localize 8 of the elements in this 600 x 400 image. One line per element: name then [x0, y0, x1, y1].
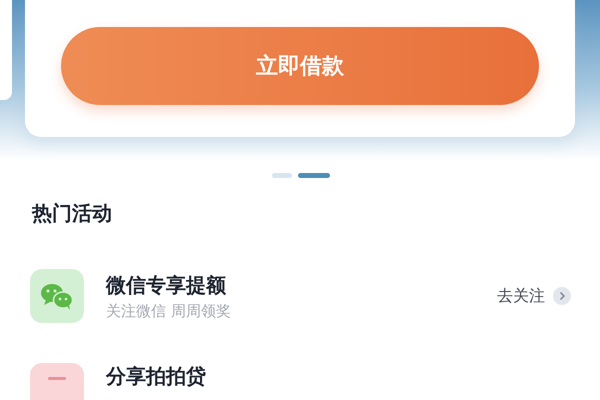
follow-link[interactable]: 去关注: [497, 286, 545, 306]
page-indicator[interactable]: [298, 173, 330, 178]
chat-bubbles-icon: [30, 269, 84, 323]
activity-title: 微信专享提额: [106, 272, 227, 298]
chevron-icon[interactable]: [553, 287, 571, 305]
section-title: 热门活动: [32, 200, 113, 227]
activity-subtitle: 关注微信 周周领奖: [106, 302, 232, 320]
activity-title: 分享拍拍贷: [106, 363, 207, 389]
